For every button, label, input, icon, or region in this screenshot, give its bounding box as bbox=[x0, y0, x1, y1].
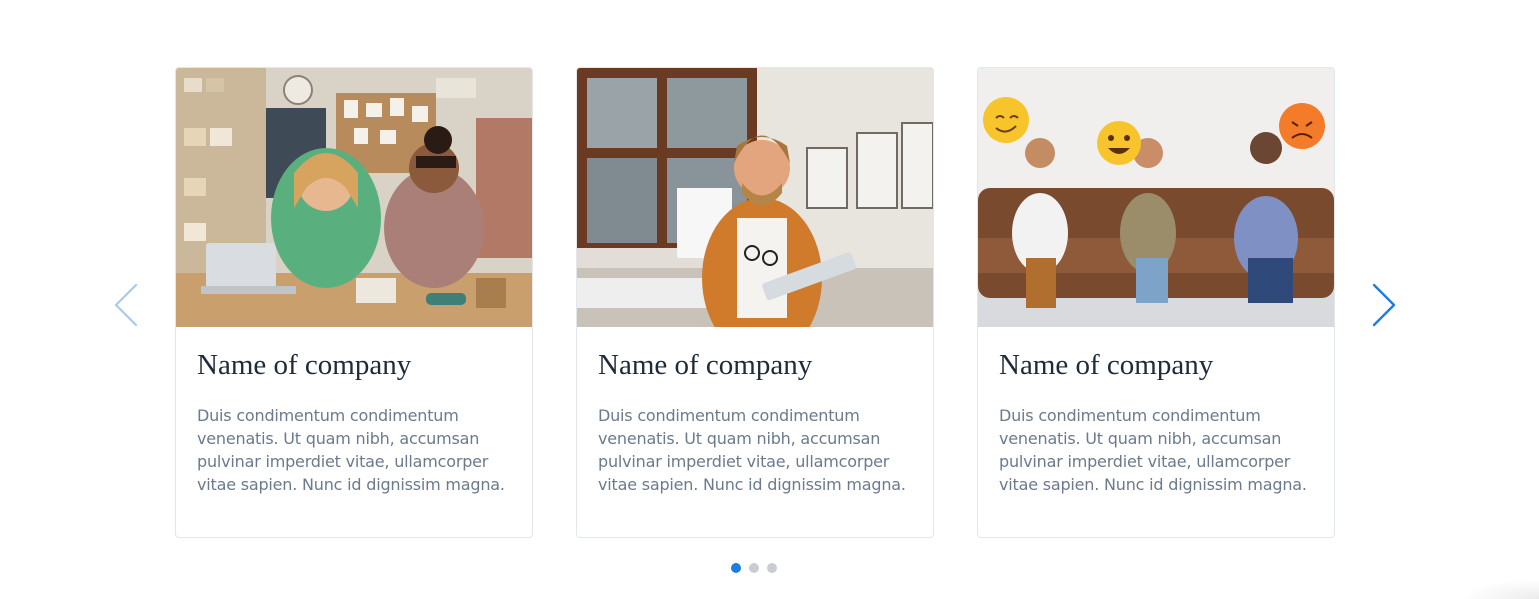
next-slide-button[interactable] bbox=[1370, 283, 1398, 327]
card-image-sofa-emojis bbox=[978, 68, 1334, 327]
pagination-dot-3[interactable] bbox=[767, 563, 777, 573]
chevron-left-icon bbox=[114, 283, 138, 327]
corner-shadow bbox=[1459, 579, 1539, 599]
card-title: Name of company bbox=[999, 349, 1214, 381]
prev-slide-button[interactable] bbox=[112, 283, 140, 327]
card-image-office-man bbox=[577, 68, 933, 327]
company-card[interactable]: Name of company Duis condimentum condime… bbox=[576, 67, 934, 538]
card-description: Duis condimentum condimentum venenatis. … bbox=[197, 406, 505, 494]
pagination-dot-1[interactable] bbox=[731, 563, 741, 573]
pagination-dot-2[interactable] bbox=[749, 563, 759, 573]
chevron-right-icon bbox=[1372, 283, 1396, 327]
carousel-pagination bbox=[731, 563, 777, 573]
testimonial-carousel: Name of company Duis condimentum condime… bbox=[0, 0, 1539, 599]
card-description: Duis condimentum condimentum venenatis. … bbox=[999, 406, 1307, 494]
card-title: Name of company bbox=[197, 349, 412, 381]
company-card[interactable]: Name of company Duis condimentum condime… bbox=[977, 67, 1335, 538]
card-image-workshop bbox=[176, 68, 532, 327]
card-title: Name of company bbox=[598, 349, 813, 381]
card-description: Duis condimentum condimentum venenatis. … bbox=[598, 406, 906, 494]
company-card[interactable]: Name of company Duis condimentum condime… bbox=[175, 67, 533, 538]
